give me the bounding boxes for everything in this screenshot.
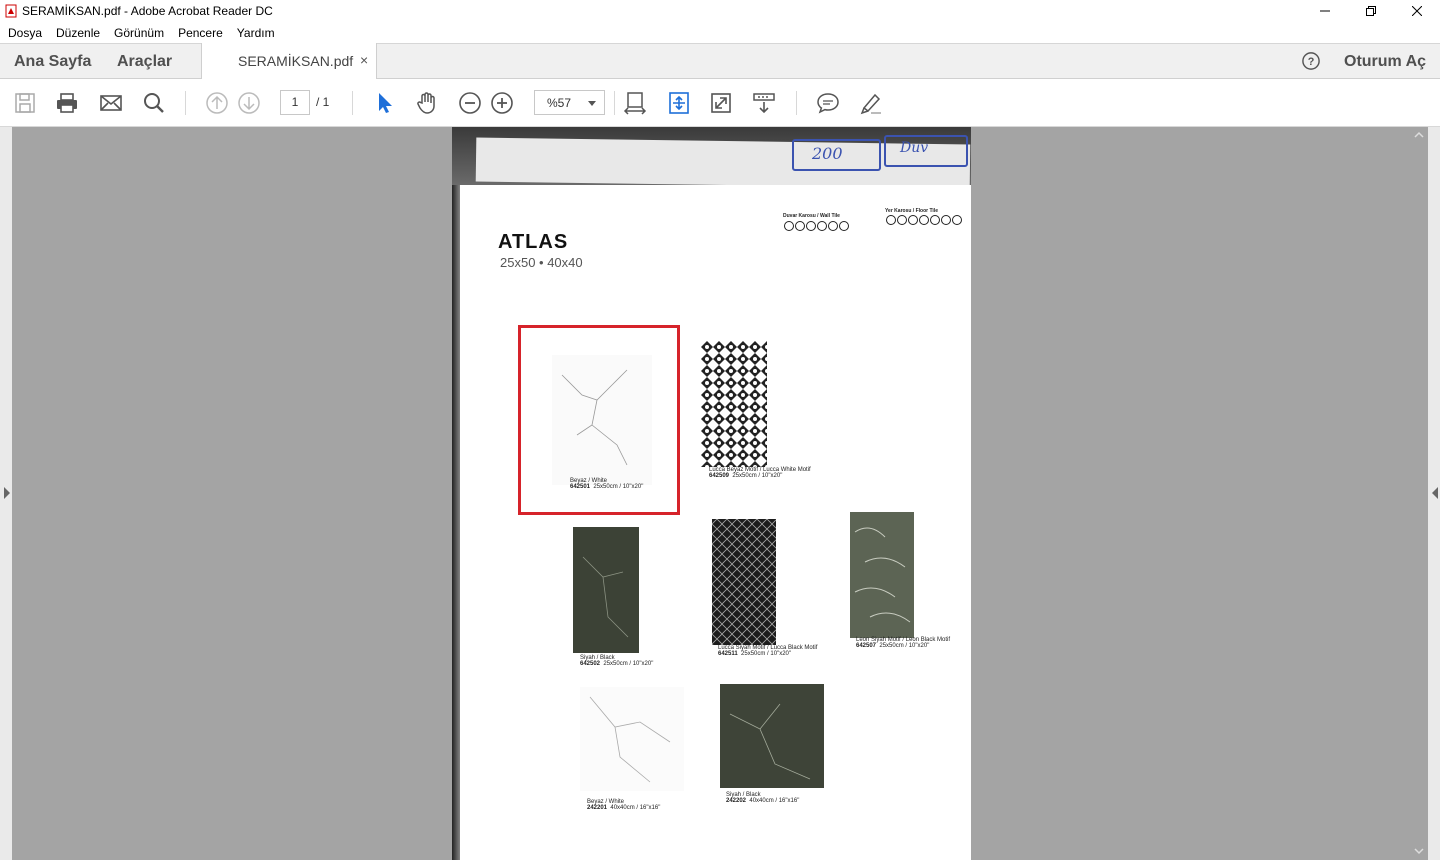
tile-code: 642511 — [718, 651, 738, 657]
fullscreen-icon[interactable] — [709, 91, 733, 115]
menu-view[interactable]: Görünüm — [114, 26, 164, 40]
page-total: / 1 — [316, 95, 330, 109]
handwritten-text: Duv — [900, 140, 929, 156]
search-icon[interactable] — [142, 91, 166, 115]
restore-icon — [1366, 6, 1376, 16]
tile-caption: Leon Siyah Motif / Leon Black Motif 64250… — [856, 637, 950, 649]
tile-size: 25x50cm / 10"x20" — [603, 661, 654, 667]
zoom-value: %57 — [547, 96, 572, 110]
legend-wall: Duvar Karosu / Wall Tile — [783, 213, 840, 219]
tile-code: 242201 — [587, 805, 608, 811]
highlight-icon[interactable] — [859, 91, 883, 115]
title-bar: SERAMİKSAN.pdf - Adobe Acrobat Reader DC — [0, 0, 1440, 22]
menu-bar: Dosya Düzenle Görünüm Pencere Yardım — [0, 22, 1440, 43]
toolbar-separator — [352, 91, 353, 115]
tile-size: 25x50cm / 10"x20" — [732, 473, 783, 479]
tile-caption: Siyah / Black 642502 25x50cm / 10"x20" — [580, 655, 653, 667]
tab-document[interactable]: SERAMİKSAN.pdf × — [201, 43, 377, 80]
chevron-right-icon — [4, 487, 10, 499]
left-panel-toggle[interactable] — [0, 127, 12, 860]
tile-size: 25x50cm / 10"x20" — [879, 643, 930, 649]
chevron-left-icon — [1432, 487, 1438, 499]
hand-icon[interactable] — [415, 91, 439, 115]
tile-code: 242202 — [726, 798, 747, 804]
tile-siyah-242202 — [720, 684, 824, 788]
tile-size: 40x40cm / 16"x16" — [749, 798, 800, 804]
window-title: SERAMİKSAN.pdf - Adobe Acrobat Reader DC — [22, 4, 273, 18]
wall-tile-icons — [784, 221, 849, 231]
legend-floor: Yer Karosu / Floor Tile — [885, 208, 938, 214]
save-icon[interactable] — [13, 91, 37, 115]
vertical-scrollbar[interactable] — [1410, 127, 1428, 860]
cursor-icon[interactable] — [373, 91, 397, 115]
tab-document-label: SERAMİKSAN.pdf — [238, 53, 354, 69]
tile-caption: Lucca Siyah Motif / Lucca Black Motif 642… — [718, 645, 817, 657]
tab-tools[interactable]: Araçlar — [117, 53, 172, 71]
tile-size: 40x40cm / 16"x16" — [610, 805, 661, 811]
print-icon[interactable] — [55, 91, 79, 115]
tile-lucca-siyah-motif-642511 — [712, 519, 776, 645]
tile-size: 25x50cm / 10"x20" — [741, 651, 792, 657]
close-icon — [1412, 6, 1422, 16]
close-window-button[interactable] — [1394, 0, 1440, 22]
handwritten-text: 200 — [812, 144, 843, 163]
tile-beyaz-242201 — [580, 687, 684, 791]
catalog-title: ATLAS — [498, 231, 569, 253]
pdf-app-icon — [5, 4, 17, 18]
page-number-input[interactable]: 1 — [280, 90, 310, 115]
minimize-icon — [1320, 10, 1330, 12]
chevron-down-icon — [588, 101, 596, 106]
svg-text:?: ? — [1308, 56, 1315, 68]
tile-caption: Siyah / Black 242202 40x40cm / 16"x16" — [726, 792, 799, 804]
zoom-select[interactable]: %57 — [534, 90, 605, 115]
floor-tile-icons — [886, 215, 962, 225]
tile-lucca-beyaz-motif-642509 — [701, 341, 767, 467]
zoom-out-icon[interactable] — [458, 91, 482, 115]
tile-siyah-642502 — [573, 527, 639, 653]
scroll-mode-icon[interactable] — [752, 91, 776, 115]
toolbar-separator — [796, 91, 797, 115]
handwritten-note: 200 — [792, 139, 881, 171]
right-panel-toggle[interactable] — [1428, 127, 1440, 860]
zoom-in-icon[interactable] — [490, 91, 514, 115]
minimize-button[interactable] — [1302, 0, 1348, 22]
mail-icon[interactable] — [99, 91, 123, 115]
toolbar: 1 / 1 %57 — [0, 79, 1440, 127]
handwritten-note: Duv — [884, 135, 968, 167]
signin-button[interactable]: Oturum Aç — [1344, 53, 1426, 71]
tile-code: 642509 — [709, 473, 730, 479]
fit-page-icon[interactable] — [623, 91, 647, 115]
tab-bar: Ana Sayfa Araçlar SERAMİKSAN.pdf × ? Otu… — [0, 43, 1440, 80]
toolbar-separator — [185, 91, 186, 115]
document-viewport[interactable]: 200 Duv ATLAS 25x50 • 40x40 Duvar Karosu… — [0, 127, 1440, 860]
tile-code: 642502 — [580, 661, 601, 667]
page-up-icon[interactable] — [205, 91, 229, 115]
toolbar-separator — [614, 91, 615, 115]
comment-icon[interactable] — [816, 91, 840, 115]
tile-caption: Lucca Beyaz Motif / Lucca White Motif 642… — [709, 467, 811, 479]
tab-close-button[interactable]: × — [360, 52, 368, 68]
tile-leon-siyah-motif-642507 — [850, 512, 914, 638]
page-down-icon[interactable] — [237, 91, 261, 115]
tile-code: 642507 — [856, 643, 877, 649]
restore-button[interactable] — [1348, 0, 1394, 22]
menu-window[interactable]: Pencere — [178, 26, 223, 40]
scroll-down-icon[interactable] — [1410, 845, 1428, 857]
pdf-page: 200 Duv ATLAS 25x50 • 40x40 Duvar Karosu… — [452, 127, 971, 860]
selection-highlight-box — [518, 325, 680, 515]
help-icon[interactable]: ? — [1302, 52, 1320, 70]
menu-edit[interactable]: Düzenle — [56, 26, 100, 40]
tile-caption: Beyaz / White 242201 40x40cm / 16"x16" — [587, 799, 660, 811]
fit-width-icon[interactable] — [667, 91, 691, 115]
menu-help[interactable]: Yardım — [237, 26, 275, 40]
scroll-up-icon[interactable] — [1410, 129, 1428, 141]
tab-home[interactable]: Ana Sayfa — [14, 53, 91, 71]
menu-file[interactable]: Dosya — [8, 26, 42, 40]
catalog-sizes: 25x50 • 40x40 — [500, 255, 583, 270]
